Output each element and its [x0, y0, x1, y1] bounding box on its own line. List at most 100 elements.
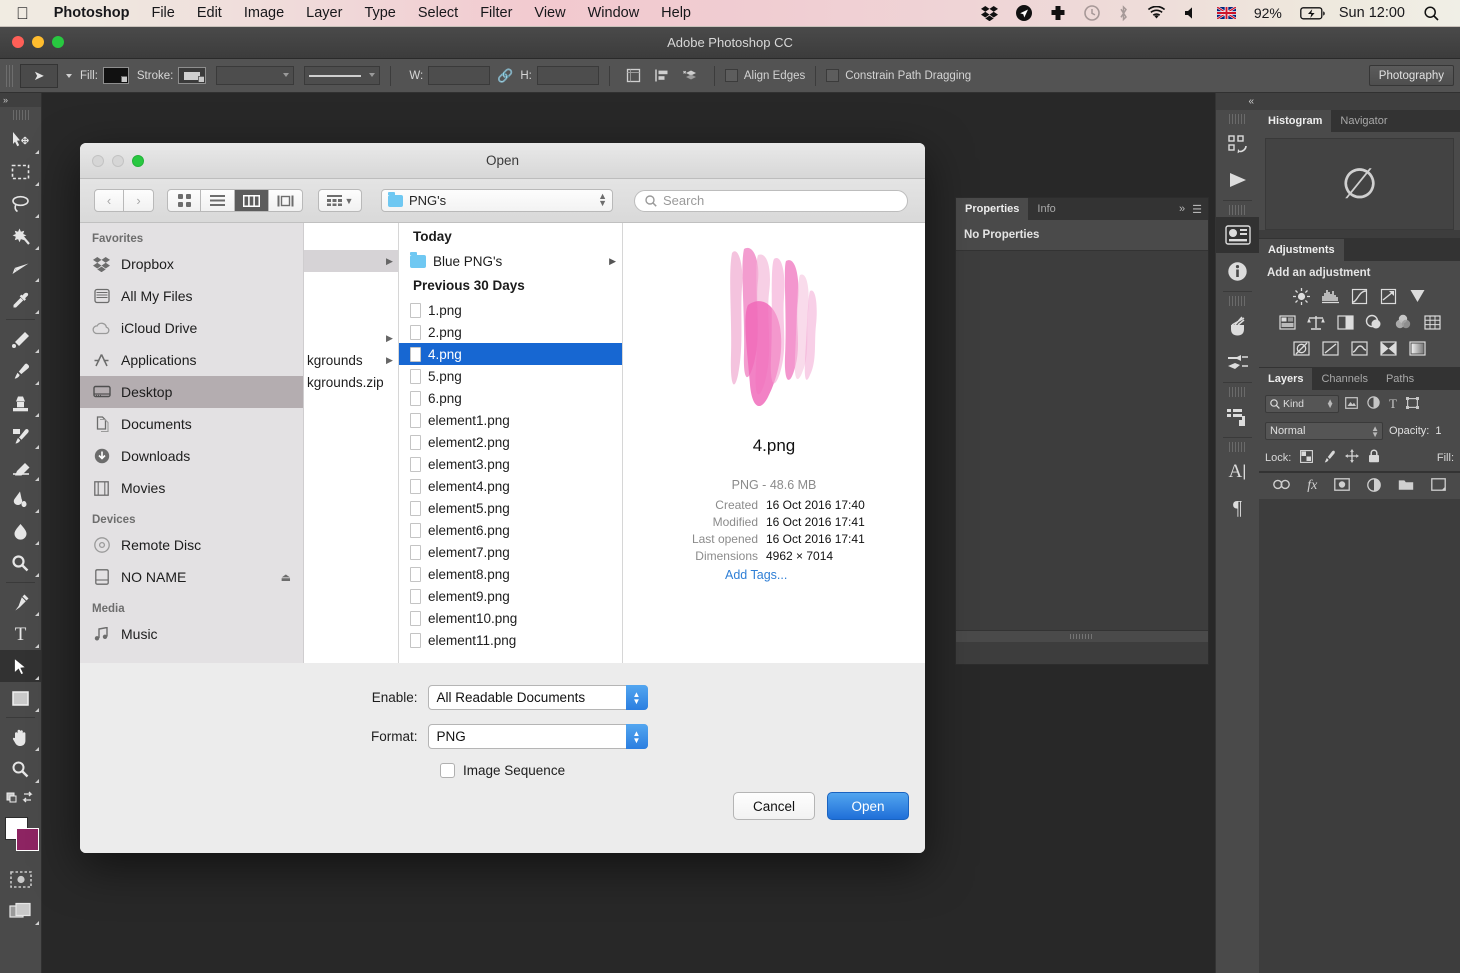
layer-style-fx-icon[interactable]: fx [1307, 478, 1317, 494]
menu-item-photoshop[interactable]: Photoshop [43, 5, 141, 21]
layer-mask-icon[interactable] [1334, 478, 1350, 494]
list-item[interactable]: 5.png [399, 365, 622, 387]
battery-charging-icon[interactable] [1300, 7, 1326, 20]
sidebar-item-downloads[interactable]: Downloads [80, 440, 303, 472]
enable-select-stepper[interactable]: ▲▼ [626, 685, 648, 710]
menu-item-window[interactable]: Window [577, 5, 651, 21]
color-lookup-icon[interactable] [1418, 309, 1447, 335]
list-item[interactable]: 1.png [399, 299, 622, 321]
stroke-width-combo[interactable] [216, 66, 294, 85]
column-middle-row-3[interactable]: ▶ [304, 327, 398, 349]
sidebar-item-no-name[interactable]: NO NAME ⏏ [80, 561, 303, 593]
menu-item-file[interactable]: File [140, 5, 185, 21]
lock-image-pixels-icon[interactable] [1322, 450, 1336, 466]
move-tool[interactable] [0, 124, 41, 156]
magic-wand-tool[interactable] [0, 220, 41, 252]
type-layer-filter-icon[interactable]: T [1389, 396, 1397, 412]
browser-file-list[interactable]: Today Blue PNG's ▶ Previous 30 Days 1.pn… [399, 223, 623, 663]
styles-panel-icon[interactable] [1216, 399, 1259, 435]
eraser-tool[interactable] [0, 451, 41, 483]
add-tags-link[interactable]: Add Tags... [725, 568, 925, 582]
actions-panel-icon[interactable] [1216, 162, 1259, 198]
search-field[interactable]: Search [634, 190, 908, 212]
workspace-switcher-button[interactable]: Photography [1369, 65, 1454, 86]
levels-icon[interactable] [1316, 283, 1345, 309]
column-view-button[interactable] [235, 189, 269, 212]
spotlight-search-icon[interactable] [1424, 6, 1439, 21]
sidebar-item-music[interactable]: Music [80, 618, 303, 650]
tools-panel-collapse[interactable]: » [0, 93, 41, 107]
eyedropper-tool[interactable] [0, 284, 41, 316]
list-item[interactable]: Blue PNG's ▶ [399, 250, 622, 272]
lock-position-icon[interactable] [1345, 449, 1359, 466]
tool-preset-chevron-down-icon[interactable] [66, 74, 72, 78]
list-item[interactable]: 2.png [399, 321, 622, 343]
list-item[interactable]: element4.png [399, 475, 622, 497]
menu-item-edit[interactable]: Edit [186, 5, 233, 21]
zoom-tool[interactable] [0, 753, 41, 785]
color-balance-icon[interactable] [1302, 309, 1331, 335]
brush-presets-icon[interactable] [1216, 344, 1259, 380]
new-layer-icon[interactable] [1431, 478, 1446, 494]
path-operations-icon[interactable] [623, 65, 645, 87]
info-panel-icon[interactable] [1216, 253, 1259, 289]
list-item[interactable]: element6.png [399, 519, 622, 541]
pen-tool[interactable] [0, 586, 41, 618]
path-alignment-icon[interactable] [651, 65, 673, 87]
image-sequence-checkbox[interactable] [440, 763, 455, 778]
enable-select[interactable]: All Readable Documents ▲▼ [428, 685, 648, 710]
sidebar-item-desktop[interactable]: Desktop [80, 376, 303, 408]
sidebar-item-dropbox[interactable]: Dropbox [80, 248, 303, 280]
list-item[interactable]: element11.png [399, 629, 622, 651]
list-item[interactable]: element7.png [399, 541, 622, 563]
adjustment-layer-filter-icon[interactable] [1367, 396, 1380, 412]
options-bar-grip[interactable] [6, 65, 15, 87]
navigation-icon[interactable] [1016, 5, 1032, 21]
column-middle-row-kgrounds-zip[interactable]: kgrounds.zip [304, 371, 398, 393]
align-edges-checkbox[interactable] [725, 69, 738, 82]
time-machine-icon[interactable] [1084, 5, 1100, 21]
rectangle-tool[interactable] [0, 682, 41, 714]
height-input[interactable] [537, 66, 599, 85]
stroke-style-combo[interactable] [304, 66, 380, 85]
black-white-icon[interactable] [1331, 309, 1360, 335]
format-select[interactable]: PNG ▲▼ [428, 724, 648, 749]
tab-layers[interactable]: Layers [1259, 368, 1312, 390]
layer-kind-filter[interactable]: Kind ▲▼ [1265, 395, 1339, 413]
menu-item-layer[interactable]: Layer [295, 5, 353, 21]
panel-menu-icon[interactable]: ☰ [1192, 203, 1202, 216]
posterize-icon[interactable] [1316, 335, 1345, 361]
menu-bar-clock[interactable]: Sun 12:00 [1339, 5, 1405, 21]
blend-mode-select[interactable]: Normal ▲▼ [1265, 422, 1383, 440]
list-item[interactable]: element1.png [399, 409, 622, 431]
tab-properties[interactable]: Properties [956, 198, 1028, 220]
menu-item-select[interactable]: Select [407, 5, 469, 21]
sidebar-item-all-my-files[interactable]: All My Files [80, 280, 303, 312]
clone-stamp-tool[interactable] [0, 387, 41, 419]
column-middle-row-2[interactable] [304, 272, 398, 294]
path-popup-stepper[interactable]: ▲▼ [598, 193, 607, 207]
menu-item-help[interactable]: Help [650, 5, 702, 21]
dock-grip-2[interactable] [1229, 205, 1247, 215]
edit-toolbar-button[interactable] [0, 785, 41, 809]
path-popup-button[interactable]: PNG's ▲▼ [381, 189, 613, 212]
list-item[interactable]: element2.png [399, 431, 622, 453]
cancel-button[interactable]: Cancel [733, 792, 815, 820]
hand-tool[interactable] [0, 721, 41, 753]
tab-navigator[interactable]: Navigator [1331, 110, 1396, 132]
type-tool[interactable]: T [0, 618, 41, 650]
sidebar-item-movies[interactable]: Movies [80, 472, 303, 504]
zoom-button[interactable] [52, 36, 64, 48]
double-chevron-right-icon[interactable]: » [1179, 203, 1185, 215]
rectangular-marquee-tool[interactable] [0, 156, 41, 188]
quick-mask-icon[interactable] [0, 863, 41, 895]
minimize-button[interactable] [32, 36, 44, 48]
blend-mode-stepper[interactable]: ▲▼ [1371, 426, 1379, 438]
new-group-icon[interactable] [1398, 478, 1414, 494]
list-item[interactable]: element5.png [399, 497, 622, 519]
list-item[interactable]: 6.png [399, 387, 622, 409]
link-layers-icon[interactable] [1273, 479, 1290, 493]
dock-grip-3[interactable] [1229, 296, 1247, 306]
list-item[interactable]: element3.png [399, 453, 622, 475]
wifi-icon[interactable] [1147, 6, 1166, 20]
